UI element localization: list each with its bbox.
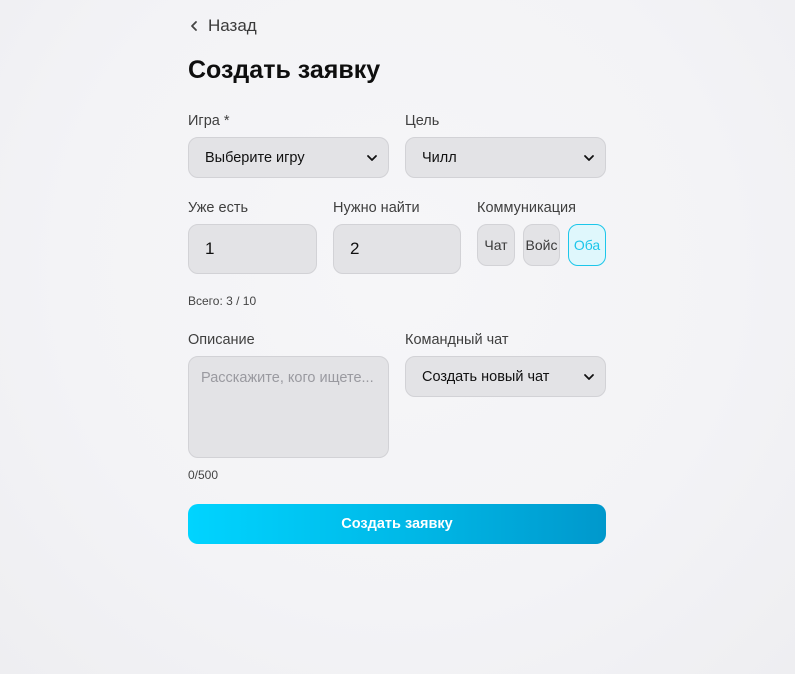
description-label: Описание — [188, 332, 255, 348]
communication-option-both[interactable]: Оба — [568, 224, 606, 266]
chevron-down-icon — [367, 154, 377, 161]
communication-option-voice[interactable]: Войс — [523, 224, 560, 266]
have-input[interactable]: 1 — [188, 224, 317, 274]
goal-label: Цель — [405, 113, 440, 129]
goal-select[interactable]: Чилл — [405, 137, 606, 178]
description-char-counter: 0/500 — [188, 468, 219, 482]
submit-button[interactable]: Создать заявку — [188, 504, 606, 544]
need-label: Нужно найти — [333, 200, 420, 216]
have-label: Уже есть — [188, 200, 249, 216]
team-chat-select[interactable]: Создать новый чат — [405, 356, 606, 397]
chevron-down-icon — [584, 154, 594, 161]
page-title: Создать заявку — [188, 56, 381, 84]
description-textarea[interactable]: Расскажите, кого ищете... — [188, 356, 389, 458]
total-counter: Всего: 3 / 10 — [188, 294, 257, 308]
communication-option-chat[interactable]: Чат — [477, 224, 515, 266]
goal-select-value: Чилл — [422, 149, 457, 166]
game-label: Игра * — [188, 113, 230, 129]
back-link[interactable]: Назад — [188, 16, 257, 36]
chevron-left-icon — [191, 21, 197, 31]
chevron-down-icon — [584, 373, 594, 380]
game-select-value: Выберите игру — [205, 149, 305, 166]
back-label: Назад — [208, 16, 257, 35]
team-chat-label: Командный чат — [405, 332, 509, 348]
game-select[interactable]: Выберите игру — [188, 137, 389, 178]
communication-label: Коммуникация — [477, 200, 576, 216]
need-input[interactable]: 2 — [333, 224, 461, 274]
team-chat-select-value: Создать новый чат — [422, 368, 550, 385]
create-request-page: Назад Создать заявку Игра * Выберите игр… — [0, 0, 795, 674]
submit-button-label: Создать заявку — [341, 516, 453, 532]
